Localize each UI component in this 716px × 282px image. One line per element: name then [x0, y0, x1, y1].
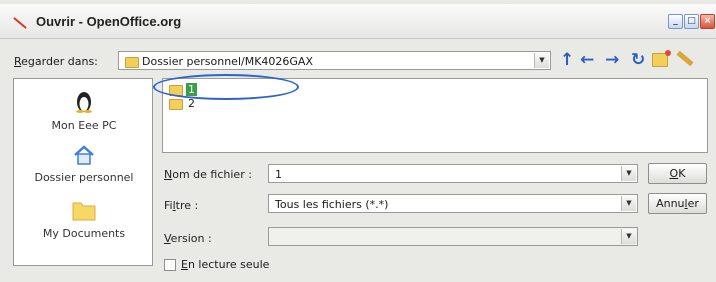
window-title: Ouvrir - OpenOffice.org [36, 14, 182, 29]
folder-icon [169, 98, 183, 110]
file-entry[interactable]: 2 [169, 97, 197, 110]
minimize-icon[interactable]: _ [668, 14, 683, 29]
lookin-path: Dossier personnel/MK4026GAX [142, 55, 313, 68]
place-mon-eee-pc[interactable]: Mon Eee PC [14, 89, 154, 132]
penguin-icon [76, 92, 92, 113]
folder-icon [125, 56, 139, 68]
chevron-down-icon[interactable]: ▼ [621, 196, 636, 211]
chevron-down-icon[interactable]: ▼ [534, 53, 549, 68]
lookin-combo[interactable]: Dossier personnel/MK4026GAX ▼ [118, 51, 551, 70]
openoffice-icon [13, 17, 27, 29]
title-bar[interactable]: Ouvrir - OpenOffice.org _ □ × [0, 4, 716, 39]
folder-icon [72, 202, 96, 221]
filter-value: Tous les fichiers (*.*) [275, 198, 389, 211]
filter-label: Filtre : [164, 199, 199, 212]
highlight-ellipse [153, 74, 299, 100]
filename-combo[interactable]: 1 ▼ [268, 164, 638, 183]
chevron-down-icon[interactable]: ▼ [621, 166, 636, 181]
version-label: Version : [164, 232, 212, 245]
new-folder-icon[interactable] [652, 50, 671, 67]
readonly-checkbox[interactable]: En lecture seule [164, 258, 269, 271]
home-icon [74, 145, 94, 165]
lookin-label: Regarder dans: [14, 55, 98, 68]
version-combo[interactable]: ▼ [268, 227, 638, 246]
filter-combo[interactable]: Tous les fichiers (*.*) ▼ [268, 194, 638, 213]
checkbox-box[interactable] [164, 259, 176, 271]
cancel-button[interactable]: Annuler [648, 193, 707, 214]
filename-value: 1 [275, 168, 282, 181]
close-icon[interactable]: × [700, 14, 715, 29]
maximize-icon[interactable]: □ [684, 14, 699, 29]
place-my-documents[interactable]: My Documents [14, 199, 154, 240]
open-dialog: Ouvrir - OpenOffice.org _ □ × Regarder d… [0, 0, 716, 282]
tools-icon[interactable] [676, 50, 694, 67]
place-dossier-personnel[interactable]: Dossier personnel [14, 145, 154, 184]
chevron-down-icon[interactable]: ▼ [621, 229, 636, 244]
filename-label: Nom de fichier : [164, 168, 252, 181]
refresh-icon[interactable]: ↻ [631, 50, 645, 70]
places-panel: Mon Eee PC Dossier personnel My Document… [13, 78, 153, 266]
back-arrow-icon[interactable]: ← [580, 50, 594, 70]
up-arrow-icon[interactable]: ↑ [560, 50, 574, 70]
forward-arrow-icon[interactable]: → [605, 50, 619, 70]
ok-button[interactable]: OK [648, 163, 707, 184]
